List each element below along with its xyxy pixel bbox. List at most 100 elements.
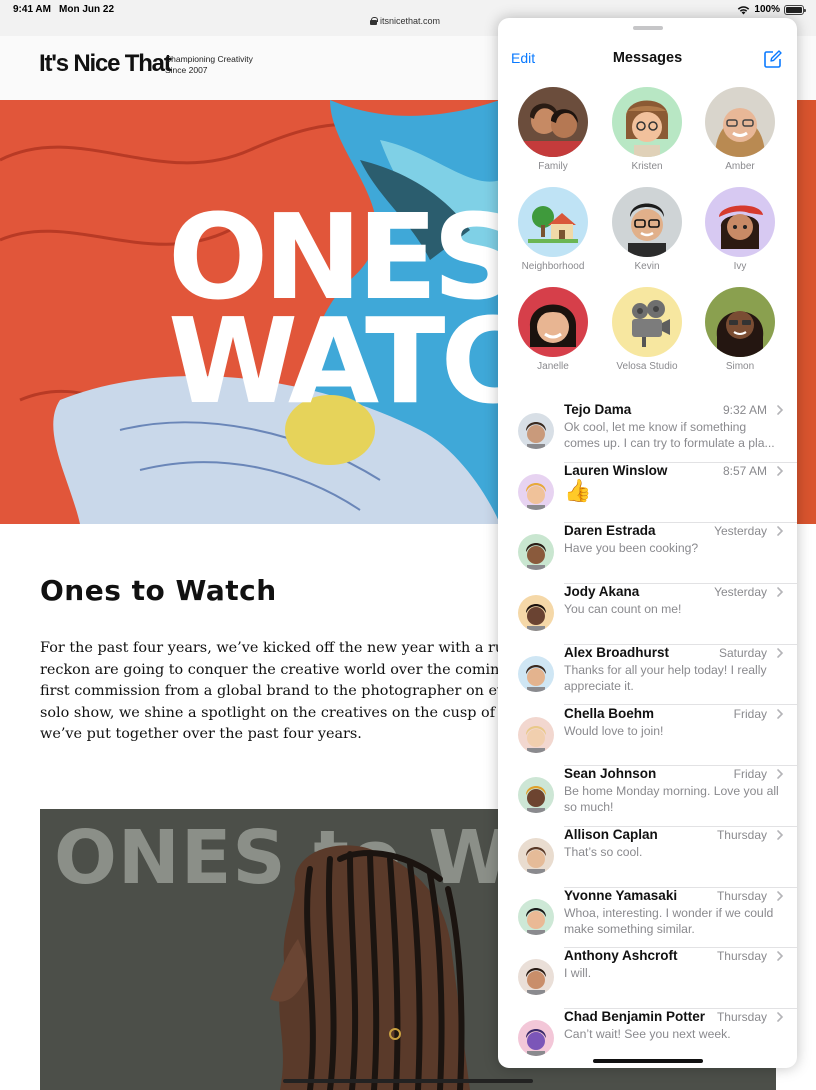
pinned-name: Kristen xyxy=(631,161,663,172)
pinned-janelle[interactable]: Janelle xyxy=(507,287,599,372)
conversation-row[interactable]: Lauren Winslow 8:57 AM 👍 xyxy=(498,463,797,524)
battery-icon xyxy=(784,4,806,15)
pinned-kristen[interactable]: Kristen xyxy=(601,87,693,172)
conversation-name: Anthony Ashcroft xyxy=(564,948,678,964)
conversation-name: Sean Johnson xyxy=(564,766,657,782)
conversation-row[interactable]: Jody Akana Yesterday You can count on me! xyxy=(498,584,797,645)
conversation-row[interactable]: Allison Caplan Thursday That’s so cool. xyxy=(498,827,797,888)
messages-title: Messages xyxy=(612,50,683,66)
conversation-time: Thursday xyxy=(716,888,767,903)
chevron-right-icon xyxy=(777,465,784,476)
lock-icon xyxy=(370,17,378,25)
conversation-time: Friday xyxy=(733,706,767,721)
conversation-time: Thursday xyxy=(716,827,767,842)
pinned-simon[interactable]: Simon xyxy=(694,287,786,372)
conversation-row[interactable]: Anthony Ashcroft Thursday I will. xyxy=(498,948,797,1009)
conversation-row[interactable]: Yvonne Yamasaki Thursday Whoa, interesting… xyxy=(498,888,797,949)
compose-icon[interactable] xyxy=(763,49,783,69)
pinned-name: Neighborhood xyxy=(521,261,585,272)
avatar xyxy=(612,187,682,257)
conversation-name: Tejo Dama xyxy=(564,402,632,417)
avatar xyxy=(612,287,682,357)
article-line: we’ve put together over the past four ye… xyxy=(40,726,362,743)
avatar xyxy=(518,777,554,814)
pinned-kevin[interactable]: Kevin xyxy=(601,187,693,272)
conversation-time: Yesterday xyxy=(714,585,767,600)
hero-line-2: WATC xyxy=(168,292,527,430)
pinned-neighborhood[interactable]: Neighborhood xyxy=(507,187,599,272)
chevron-right-icon xyxy=(777,587,784,597)
conversation-preview: Can’t wait! See you next week. xyxy=(564,1027,731,1041)
conversation-time: 8:57 AM xyxy=(722,463,767,478)
status-indicators: 100% xyxy=(737,4,806,15)
conversation-name: Alex Broadhurst xyxy=(564,644,670,660)
avatar xyxy=(518,1020,554,1056)
pinned-name: Kevin xyxy=(634,261,660,272)
conversation-time: Saturday xyxy=(718,645,767,660)
avatar xyxy=(518,187,588,257)
conversation-name: Chella Boehm xyxy=(564,705,655,721)
chevron-right-icon xyxy=(777,830,784,840)
conversation-time: 9:32 AM xyxy=(722,403,767,417)
address-url: itsnicethat.com xyxy=(380,16,441,26)
avatar xyxy=(518,287,588,357)
chevron-right-icon xyxy=(777,951,784,962)
chevron-right-icon xyxy=(777,526,784,537)
chevron-right-icon xyxy=(777,405,784,415)
conversation-name: Allison Caplan xyxy=(564,826,658,842)
conversation-preview: Thanks for all your help today! I really… xyxy=(564,662,767,693)
conversation-row[interactable]: Chella Boehm Friday Would love to join! xyxy=(498,706,797,767)
slide-over-grabber[interactable] xyxy=(633,26,663,30)
chevron-right-icon xyxy=(777,708,784,719)
conversation-row[interactable]: Sean Johnson Friday Be home Monday morning… xyxy=(498,766,797,827)
conversation-time: Thursday xyxy=(716,949,767,964)
hero-headline: ONES WATC xyxy=(168,198,527,430)
battery-percent: 100% xyxy=(754,4,780,15)
chevron-right-icon xyxy=(777,890,784,901)
status-time: 9:41 AM xyxy=(13,4,51,15)
conversation-preview: That’s so cool. xyxy=(564,844,643,859)
article-line: first commission from a global brand to … xyxy=(40,683,510,700)
pinned-ivy[interactable]: Ivy xyxy=(694,187,786,272)
avatar xyxy=(612,87,682,157)
chevron-right-icon xyxy=(777,647,784,658)
conversation-preview: Whoa, interesting. I wonder if we could … xyxy=(564,905,774,936)
pinned-velosa-studio[interactable]: Velosa Studio xyxy=(601,287,693,372)
conversation-preview: Have you been cooking? xyxy=(564,541,699,556)
pinned-family[interactable]: Family xyxy=(507,87,599,172)
messages-slide-over[interactable]: Messages Edit Family Kristen Amber Neigh… xyxy=(498,18,797,1068)
conversation-preview: Would love to join! xyxy=(564,723,664,738)
site-logo[interactable]: It's Nice That xyxy=(39,50,172,78)
article-line: solo show, we shine a spotlight on the c… xyxy=(40,704,510,721)
pinned-amber[interactable]: Amber xyxy=(694,87,786,172)
conversation-name: Daren Estrada xyxy=(564,523,656,539)
article-body: For the past four years, we’ve kicked of… xyxy=(40,638,510,746)
home-indicator[interactable] xyxy=(283,1079,533,1083)
conversation-row[interactable]: Alex Broadhurst Saturday Thanks for all yo… xyxy=(498,645,797,706)
avatar xyxy=(705,187,775,257)
chevron-right-icon xyxy=(777,769,784,779)
conversation-preview: I will. xyxy=(564,966,592,981)
conversation-name: Chad Benjamin Potter xyxy=(564,1009,706,1024)
conversation-row[interactable]: Tejo Dama 9:32 AM Ok cool, let me know if … xyxy=(498,402,797,463)
address-bar[interactable]: itsnicethat.com xyxy=(370,16,440,26)
conversation-row[interactable]: Daren Estrada Yesterday Have you been cook… xyxy=(498,523,797,585)
edit-button[interactable]: Edit xyxy=(511,50,535,66)
status-date: Mon Jun 22 xyxy=(59,4,115,15)
pinned-name: Simon xyxy=(725,361,755,372)
wifi-icon xyxy=(738,5,750,14)
conversation-time: Thursday xyxy=(716,1010,767,1024)
conversation-name: Yvonne Yamasaki xyxy=(564,887,678,903)
avatar xyxy=(518,898,554,935)
pinned-name: Ivy xyxy=(733,261,747,272)
pinned-name: Amber xyxy=(725,161,755,172)
slide-over-home-indicator[interactable] xyxy=(593,1059,703,1063)
conversation-preview: Be home Monday morning. Love you all so … xyxy=(564,784,779,815)
tagline-line-2: Since 2007 xyxy=(165,65,208,75)
chevron-right-icon xyxy=(777,1012,784,1022)
conversation-time: Yesterday xyxy=(714,524,767,539)
avatar xyxy=(518,716,554,753)
avatar xyxy=(518,413,554,449)
pinned-name: Velosa Studio xyxy=(616,361,678,372)
avatar xyxy=(518,837,554,874)
